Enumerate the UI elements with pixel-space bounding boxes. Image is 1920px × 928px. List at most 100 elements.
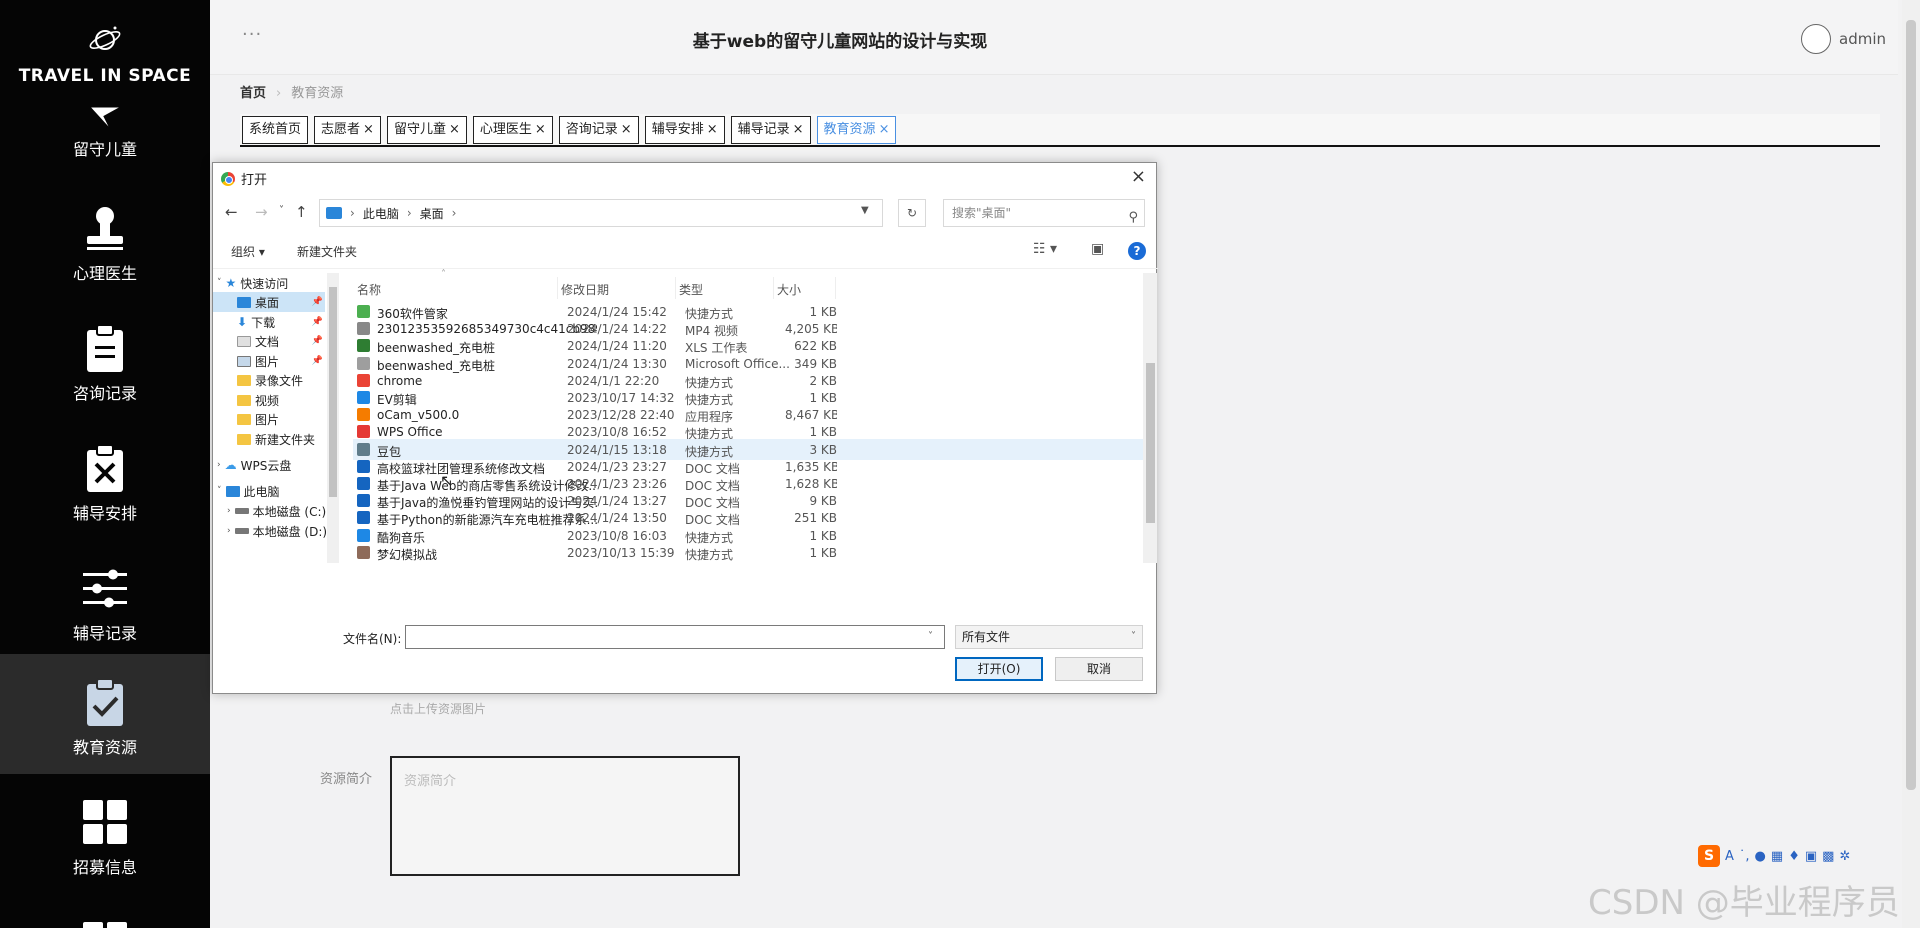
column-divider[interactable] [773,277,774,299]
upload-image-hint[interactable]: 点击上传资源图片 [390,700,486,717]
tab-psychologist[interactable]: 心理医生 × [472,116,553,144]
close-icon[interactable]: × [707,122,718,137]
tree-item-drive-c[interactable]: › 本地磁盘 (C:) [227,501,339,521]
tab-volunteer[interactable]: 志愿者 × [314,116,381,144]
sidebar-item-edu-resources[interactable]: 教育资源 [0,654,210,774]
apps-icon[interactable]: ▩ [1822,849,1834,864]
sidebar-item-more[interactable] [0,894,210,928]
close-icon[interactable]: × [879,122,890,137]
chevron-down-icon[interactable]: ˅ [217,486,222,496]
address-folder[interactable]: 桌面 [420,205,444,222]
username[interactable]: admin [1839,30,1886,48]
scrollbar-thumb[interactable] [1906,20,1916,790]
chevron-right-icon[interactable]: › [227,526,231,536]
column-divider[interactable] [675,277,676,299]
file-date: 2024/1/23 23:26 [567,477,667,491]
microphone-icon[interactable]: ● [1755,849,1766,864]
close-icon[interactable]: × [535,122,546,137]
sidebar-item-children[interactable]: 留守儿童 [0,100,210,170]
sidebar-item-psychologist[interactable]: 心理医生 [0,180,210,300]
tab-edu-resources[interactable]: 教育资源 × [816,116,897,144]
tab-label: 心理医生 [479,122,532,137]
up-icon[interactable]: ↑ [295,203,308,221]
breadcrumb-home[interactable]: 首页 [240,86,266,101]
close-icon[interactable]: × [793,122,804,137]
filename-input[interactable] [405,625,945,649]
open-button[interactable]: 打开(O) [955,657,1043,681]
search-input[interactable]: 搜索"桌面" ⚲ [943,199,1145,227]
file-row[interactable]: 梦幻模拟战 2023/10/13 15:39 快捷方式 1 KB [353,542,1143,563]
settings-icon[interactable]: ✲ [1839,849,1850,864]
chevron-right-icon[interactable]: › [217,460,221,470]
chevron-right-icon[interactable]: › [227,506,231,516]
tab-label: 留守儿童 [393,122,446,137]
close-icon[interactable]: × [363,122,374,137]
tree-item-new-folder[interactable]: 新建文件夹 [213,429,325,449]
ime-logo-icon[interactable]: S [1698,845,1720,867]
organize-button[interactable]: 组织 ▾ [231,243,265,260]
tree-item-recordings[interactable]: 录像文件 [213,370,325,390]
sidebar-item-consult-records[interactable]: 咨询记录 [0,300,210,420]
shirt-icon[interactable]: ♦ [1788,849,1800,864]
tree-item-desktop[interactable]: 桌面 📌 [213,292,325,312]
cancel-button[interactable]: 取消 [1055,657,1143,681]
tree-item-drive-d[interactable]: › 本地磁盘 (D:) [227,521,339,541]
tree-item-videos[interactable]: 视频 [213,390,325,410]
address-root[interactable]: 此电脑 [363,205,399,222]
punctuation-icon[interactable]: ˙, [1739,849,1750,864]
address-bar[interactable]: › 此电脑 › 桌面 › [319,199,883,227]
column-divider[interactable] [557,277,558,299]
help-icon[interactable]: ? [1128,242,1146,260]
sidebar-item-schedule[interactable]: 辅导安排 [0,420,210,540]
refresh-button[interactable]: ↻ [898,199,926,227]
chevron-down-icon[interactable]: ˅ [217,278,222,288]
close-icon[interactable]: × [1131,166,1146,187]
page-scrollbar[interactable] [1902,0,1920,928]
keyboard-icon[interactable]: ▦ [1771,849,1783,864]
scrollbar-thumb[interactable] [1146,363,1155,523]
ime-toolbar[interactable]: S A ˙, ● ▦ ♦ ▣ ▩ ✲ [1698,845,1850,867]
recent-dropdown-icon[interactable]: ˅ [279,205,284,216]
tab-home[interactable]: 系统首页 [242,116,309,144]
file-type-select[interactable]: 所有文件 ˅ [955,625,1143,649]
tree-scrollbar[interactable] [327,273,339,563]
tab-consult-records[interactable]: 咨询记录 × [558,116,639,144]
tab-tutoring-records[interactable]: 辅导记录 × [730,116,811,144]
tree-item-this-pc[interactable]: ˅ 此电脑 [217,481,329,501]
ime-glyph[interactable]: A [1725,849,1734,864]
forward-icon[interactable]: → [255,203,268,221]
scrollbar-thumb[interactable] [329,287,337,497]
chevron-down-icon[interactable]: ˅ [1131,626,1136,648]
user-menu[interactable]: admin [1801,24,1886,54]
close-icon[interactable]: × [449,122,460,137]
tree-item-downloads[interactable]: ⬇ 下载 📌 [213,312,325,332]
tree-item-documents[interactable]: 文档 📌 [213,331,325,351]
column-header-date[interactable]: 修改日期 [561,281,609,298]
close-icon[interactable]: × [621,122,632,137]
column-header-type[interactable]: 类型 [679,281,703,298]
tree-item-quick-access[interactable]: ˅ ★ 快速访问 [217,273,329,293]
column-header-size[interactable]: 大小 [777,281,801,298]
search-icon[interactable]: ⚲ [1128,205,1138,231]
picture-icon [237,355,251,367]
chevron-down-icon[interactable]: ˅ [928,631,933,642]
tab-children[interactable]: 留守儿童 × [386,116,467,144]
tree-item-wps-cloud[interactable]: › ☁ WPS云盘 [217,455,329,475]
column-header-name[interactable]: 名称 [357,281,381,298]
sidebar-item-recruitment[interactable]: 招募信息 [0,774,210,894]
view-options-icon[interactable]: ☷ ▾ [1033,241,1057,257]
sidebar-item-tutoring-records[interactable]: 辅导记录 [0,540,210,660]
avatar[interactable] [1801,24,1831,54]
gamepad-icon[interactable]: ▣ [1805,849,1817,864]
back-icon[interactable]: ← [225,203,238,221]
tree-item-pictures[interactable]: 图片 📌 [213,351,325,371]
column-divider[interactable] [835,277,836,299]
tab-schedule[interactable]: 辅导安排 × [644,116,725,144]
new-folder-button[interactable]: 新建文件夹 [297,243,357,260]
tree-item-pictures-folder[interactable]: 图片 [213,409,325,429]
chevron-down-icon[interactable]: ▼ [861,205,869,216]
file-list-scrollbar[interactable] [1143,273,1157,563]
intro-textarea[interactable]: 资源简介 [390,756,740,876]
preview-pane-icon[interactable]: ▣ [1091,241,1104,257]
chevron-right-icon: › [350,206,355,220]
